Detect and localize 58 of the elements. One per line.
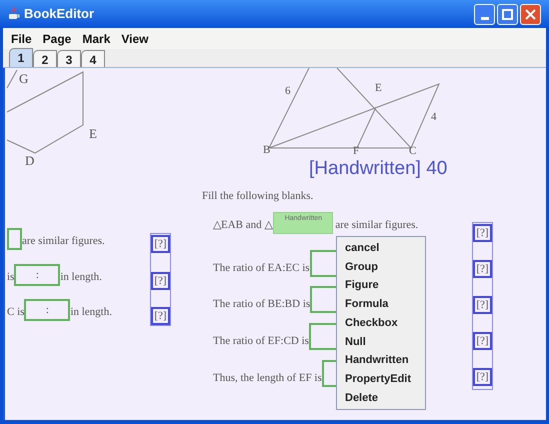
tab[interactable]: 2 (33, 50, 57, 67)
figure-label: 4 (431, 112, 436, 123)
context-menu-item[interactable]: Null (337, 332, 425, 352)
context-menu-item[interactable]: Formula (337, 295, 425, 314)
marker-box[interactable]: [?] (473, 296, 492, 314)
tab[interactable]: 4 (81, 50, 105, 67)
menu-item[interactable]: Mark (82, 30, 110, 48)
question-text: in length. (70, 307, 112, 318)
answer-box (7, 228, 22, 250)
context-menu-item[interactable]: Checkbox (337, 314, 425, 332)
marker-box[interactable]: [?] (151, 272, 170, 290)
minimize-button[interactable] (474, 4, 495, 24)
maximize-button[interactable] (497, 4, 518, 24)
menu-item[interactable]: Page (42, 30, 72, 48)
figure-label: 6 (285, 86, 290, 97)
marker-box[interactable]: [?] (473, 224, 492, 242)
coffee-cup-icon (8, 7, 20, 21)
figure-label: E (375, 83, 382, 94)
menu-item[interactable]: View (121, 30, 149, 48)
question-text: The ratio of BE:BD is (213, 299, 310, 310)
marker-box[interactable]: [?] (473, 332, 492, 350)
figure-label: B (263, 145, 270, 156)
handwritten-annotation: [Handwritten] 40 (309, 159, 448, 178)
marker-box[interactable]: [?] (151, 235, 170, 253)
context-menu-item[interactable]: Figure (337, 276, 425, 296)
question-text: are similar figures. (22, 236, 105, 247)
context-menu-item[interactable]: PropertyEdit (337, 370, 425, 388)
question-text: in length. (60, 272, 102, 283)
menu-item[interactable]: File (11, 30, 32, 48)
question-text: The ratio of EF:CD is (213, 336, 309, 347)
question-text: C is (7, 307, 24, 318)
question-text: The ratio of EA:EC is (213, 263, 310, 274)
figure-label: D (25, 154, 34, 167)
context-menu-item[interactable]: Handwritten (337, 351, 425, 370)
minimize-icon (480, 16, 488, 20)
ratio-colon: : (46, 304, 49, 316)
context-menu-item[interactable]: Delete (337, 388, 425, 408)
figure-label: C (409, 146, 416, 157)
question-text: △EAB and △ (213, 220, 272, 231)
question-text: are similar figures. (335, 220, 418, 231)
figure-label: G (19, 72, 28, 85)
figure-label: F (353, 146, 360, 157)
context-menu-item[interactable]: Group (337, 258, 425, 276)
close-icon (525, 8, 536, 20)
maximize-icon (502, 8, 513, 20)
context-menu-item[interactable]: cancel (337, 239, 425, 258)
figure-label: E (89, 127, 97, 140)
window-title: BookEditor (24, 5, 94, 24)
question-text: Thus, the length of EF is (213, 373, 322, 384)
instruction-text: Fill the following blanks. (202, 191, 314, 202)
marker-box[interactable]: [?] (473, 260, 492, 278)
question-text: is (7, 272, 14, 283)
ratio-colon: : (36, 270, 39, 280)
tab[interactable]: 3 (57, 50, 81, 67)
close-button[interactable] (520, 4, 541, 24)
marker-box[interactable]: [?] (151, 307, 170, 325)
marker-box[interactable]: [?] (473, 368, 492, 386)
tab[interactable]: 1 (9, 48, 33, 67)
